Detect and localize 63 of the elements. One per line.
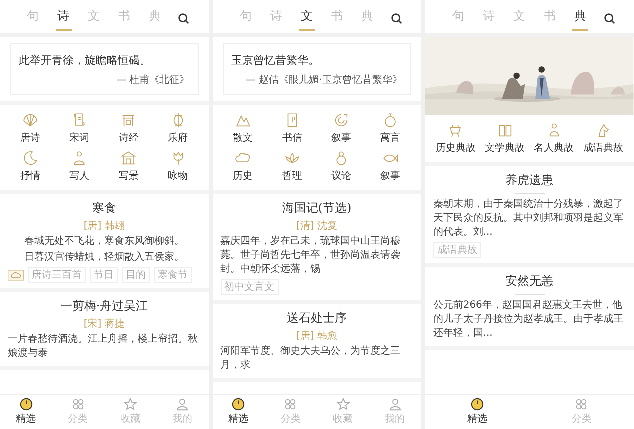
- article-excerpt: 秦朝末期，由于秦国统治十分残暴，激起了天下民众的反抗。其中刘邦和项羽是起义军的代表。刘...: [433, 198, 624, 240]
- cloud-icon: [8, 270, 24, 280]
- category-label[interactable]: 寓言: [380, 131, 401, 145]
- article-excerpt: 河阳军节度、御史大夫乌公，为节度之三月，求: [220, 345, 402, 373]
- category-label[interactable]: 历史典故: [436, 141, 476, 155]
- search-icon[interactable]: [390, 12, 404, 26]
- nav-item[interactable]: 精选: [453, 397, 502, 426]
- moon-icon[interactable]: [22, 150, 40, 167]
- author-label: [清] 沈复: [296, 220, 338, 233]
- article-title[interactable]: 寒食: [92, 200, 116, 217]
- nav-item[interactable]: 精选: [2, 397, 50, 426]
- grid-icon: [283, 397, 298, 412]
- quote-text: 此举开青徐，旋瞻略恒碣。: [19, 53, 152, 68]
- category-label[interactable]: 写人: [70, 169, 90, 183]
- category-label[interactable]: 抒情: [20, 169, 41, 183]
- category-label[interactable]: 名人典故: [534, 141, 574, 155]
- category-label[interactable]: 成语典故: [583, 141, 624, 155]
- category-label[interactable]: 咏物: [168, 169, 188, 183]
- author-label: [唐] 韩愈: [296, 330, 338, 343]
- user-icon: [175, 397, 190, 412]
- tab[interactable]: 文: [298, 6, 315, 31]
- category-label[interactable]: 议论: [332, 169, 352, 183]
- category-label[interactable]: 文学典故: [485, 141, 526, 155]
- article-excerpt: 公元前266年，赵国国君赵惠文王去世，他的儿子太子丹接位为赵孝成王。由于孝成王还年轻，国...: [433, 299, 624, 341]
- article-title[interactable]: 安然无恙: [506, 273, 554, 290]
- user-icon: [388, 397, 403, 412]
- book-icon[interactable]: [496, 122, 514, 139]
- article-excerpt: 嘉庆四年，岁在己未，琉球国中山王尚穆薨。世子尚哲先七年卒，世孙尚温表请袭封。中朝怀柔远藩，锡: [220, 235, 402, 277]
- fan-icon[interactable]: [22, 112, 40, 129]
- search-icon[interactable]: [177, 12, 192, 26]
- category-label[interactable]: 诗经: [118, 131, 139, 145]
- grid-icon: [574, 397, 590, 412]
- pavilion-icon[interactable]: [120, 150, 138, 167]
- article-excerpt: 一片春愁待酒浇。江上舟摇，楼上帘招。秋娘渡与泰: [8, 333, 199, 361]
- tab[interactable]: 诗: [56, 6, 72, 31]
- poem-line: 春城无处不飞花，寒食东风御柳斜。: [23, 235, 186, 249]
- author-label: [唐] 韩翃: [84, 220, 125, 233]
- star-icon: [336, 397, 351, 412]
- article-title[interactable]: 一剪梅·舟过吴江: [60, 298, 148, 315]
- grid-icon: [70, 397, 86, 412]
- article-title[interactable]: 养虎遗患: [506, 172, 554, 189]
- category-label[interactable]: 哲理: [282, 169, 302, 183]
- swirl-icon[interactable]: [333, 112, 350, 129]
- quote-text: 玉京曾忆昔繁华。: [232, 53, 321, 68]
- category-label[interactable]: 历史: [233, 169, 254, 183]
- quote-source: — 赵佶《眼儿媚·玉京曾忆昔繁华》: [246, 74, 402, 87]
- star-icon: [122, 397, 138, 412]
- category-label[interactable]: 叙事: [332, 131, 352, 145]
- category-label[interactable]: 叙事: [380, 169, 401, 183]
- nav-item[interactable]: 精选: [214, 397, 263, 426]
- article-title[interactable]: 送石处士序: [286, 310, 347, 327]
- quote-source: — 杜甫《北征》: [116, 74, 190, 87]
- poem-line: 日暮汉宫传蜡烛，轻烟散入五侯家。: [23, 251, 186, 265]
- category-label[interactable]: 书信: [282, 131, 302, 145]
- author-label: [宋] 蒋捷: [84, 318, 125, 331]
- category-label[interactable]: 散文: [233, 131, 254, 145]
- category-label[interactable]: 宋词: [70, 131, 90, 145]
- search-icon[interactable]: [602, 12, 617, 26]
- article-title[interactable]: 海国记(节选): [282, 200, 352, 217]
- category-label[interactable]: 乐府: [168, 131, 188, 145]
- category-label[interactable]: 写景: [118, 169, 139, 183]
- category-label[interactable]: 唐诗: [20, 131, 41, 145]
- tab[interactable]: 典: [572, 6, 588, 31]
